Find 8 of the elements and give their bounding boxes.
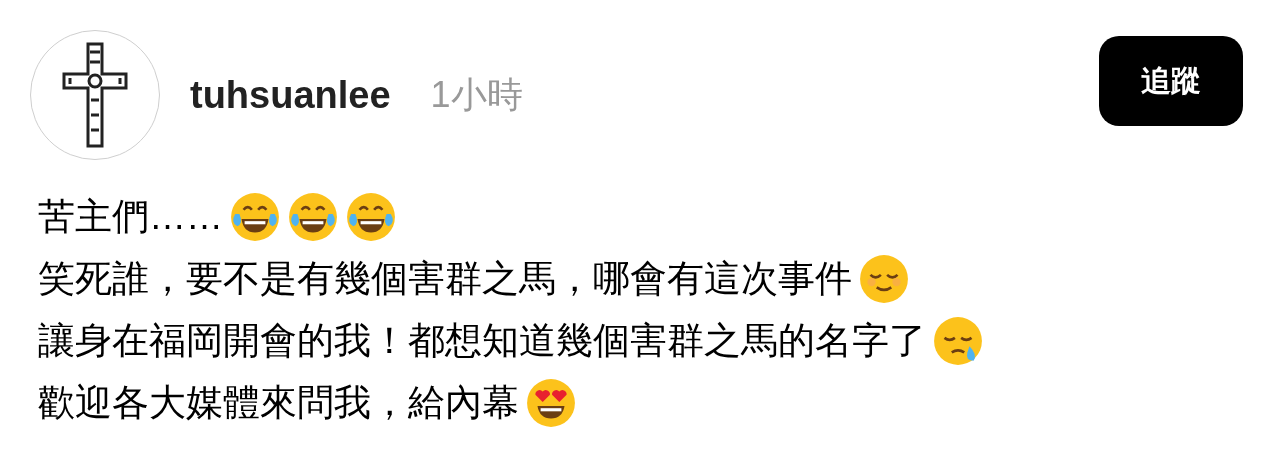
post-text: 笑死誰，要不是有幾個害群之馬，哪會有這次事件 — [38, 257, 852, 301]
post-text: 歡迎各大媒體來問我，給內幕 — [38, 381, 519, 425]
post-text: 苦主們…… — [38, 195, 223, 239]
cross-icon — [60, 40, 130, 150]
username[interactable]: tuhsuanlee — [190, 73, 391, 117]
post-time: 1小時 — [430, 72, 523, 117]
post-text: 讓身在福岡開會的我！都想知道幾個害群之馬的名字了 — [38, 319, 926, 363]
follow-button[interactable]: 追蹤 — [1099, 36, 1243, 126]
